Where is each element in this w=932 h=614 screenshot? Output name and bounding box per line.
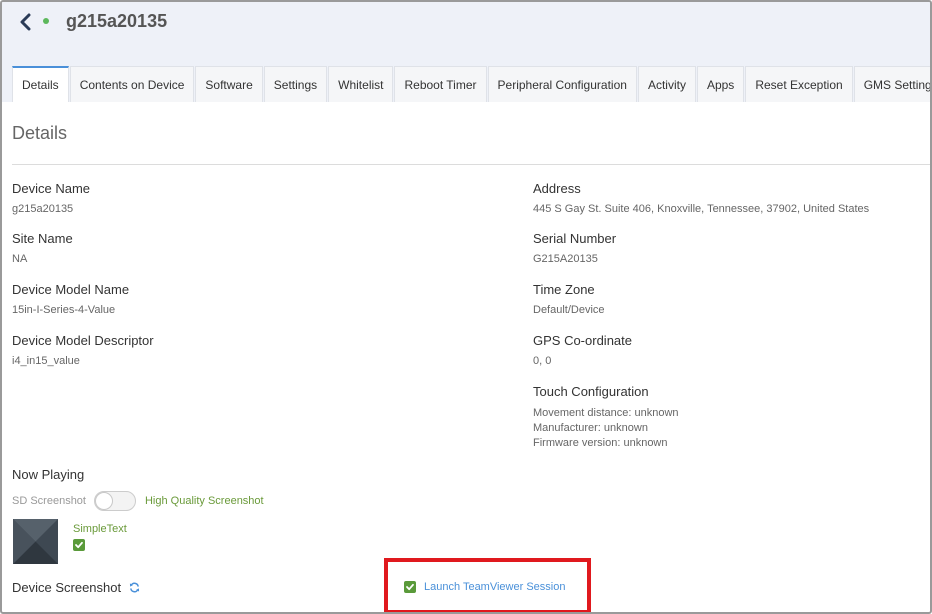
address-field: Address 445 S Gay St. Suite 406, Knoxvil…: [533, 181, 869, 217]
model-name-field: Device Model Name 15in-I-Series-4-Value: [12, 282, 129, 318]
hq-screenshot-label: High Quality Screenshot: [144, 495, 264, 507]
device-screenshot-row: Device Screenshot: [12, 580, 140, 595]
timezone-value: Default/Device: [533, 304, 605, 316]
touch-firmware-version: Firmware version: unknown: [533, 437, 668, 449]
status-dot: [43, 18, 49, 24]
model-name-value: 15in-I-Series-4-Value: [12, 304, 116, 316]
now-playing-label: Now Playing: [12, 467, 85, 482]
refresh-button[interactable]: [129, 582, 140, 593]
device-name-field: Device Name g215a20135: [12, 181, 90, 217]
divider: [12, 164, 930, 165]
site-name-label: Site Name: [12, 231, 73, 246]
content-thumbnail-image: [13, 519, 58, 564]
back-button[interactable]: [16, 12, 34, 32]
gps-label: GPS Co-ordinate: [533, 333, 632, 348]
sd-screenshot-label: SD Screenshot: [12, 495, 86, 507]
content-name[interactable]: SimpleText: [73, 523, 127, 535]
tab-settings[interactable]: Settings: [263, 66, 328, 102]
device-screenshot-label: Device Screenshot: [12, 580, 122, 595]
touch-config-field: Touch Configuration Movement distance: u…: [533, 384, 679, 451]
tab-software[interactable]: Software: [195, 66, 263, 102]
screenshot-quality-row: SD Screenshot High Quality Screenshot: [12, 490, 264, 512]
touch-config-label: Touch Configuration: [533, 384, 649, 399]
touch-manufacturer: Manufacturer: unknown: [533, 422, 648, 434]
tab-reset-exception[interactable]: Reset Exception: [745, 66, 853, 102]
gps-value: 0, 0: [533, 355, 552, 367]
site-name-value: NA: [12, 253, 28, 265]
content-checkbox[interactable]: [73, 539, 85, 551]
check-icon: [406, 583, 414, 591]
launch-teamviewer-link[interactable]: Launch TeamViewer Session: [424, 581, 565, 593]
tab-apps[interactable]: Apps: [696, 66, 745, 102]
tab-reboot-timer[interactable]: Reboot Timer: [394, 66, 487, 102]
app-frame: g215a20135 Details Contents on Device So…: [0, 0, 932, 614]
touch-movement-distance: Movement distance: unknown: [533, 407, 679, 419]
section-title: Details: [12, 123, 68, 143]
address-label: Address: [533, 181, 581, 196]
refresh-icon: [130, 582, 140, 593]
chevron-left-icon: [20, 13, 31, 31]
content-thumbnail[interactable]: [13, 519, 58, 564]
address-value: 445 S Gay St. Suite 406, Knoxville, Tenn…: [533, 203, 870, 215]
toggle-knob: [94, 492, 113, 510]
site-name-field: Site Name NA: [12, 231, 73, 267]
device-name-value: g215a20135: [12, 203, 74, 215]
device-name-label: Device Name: [12, 181, 91, 196]
timezone-field: Time Zone Default/Device: [533, 282, 605, 318]
tab-contents-on-device[interactable]: Contents on Device: [69, 66, 195, 102]
gps-field: GPS Co-ordinate 0, 0: [533, 333, 632, 369]
tab-bar: Details Contents on Device Software Sett…: [12, 66, 930, 102]
model-descriptor-value: i4_in15_value: [12, 355, 80, 367]
model-descriptor-label: Device Model Descriptor: [12, 333, 154, 348]
header-bar: g215a20135 Details Contents on Device So…: [2, 2, 930, 102]
device-title: g215a20135: [66, 11, 168, 31]
model-name-label: Device Model Name: [12, 282, 130, 297]
screenshot-quality-toggle[interactable]: [93, 491, 136, 511]
serial-value: G215A20135: [533, 253, 598, 265]
tab-peripheral-configuration[interactable]: Peripheral Configuration: [487, 66, 637, 102]
tab-gms-settings[interactable]: GMS Settings: [853, 66, 930, 102]
serial-label: Serial Number: [533, 231, 617, 246]
touch-config-values: Movement distance: unknown Manufacturer:…: [533, 406, 679, 451]
serial-field: Serial Number G215A20135: [533, 231, 616, 267]
teamviewer-checkbox[interactable]: [404, 581, 416, 593]
tab-activity[interactable]: Activity: [637, 66, 696, 102]
check-icon: [75, 541, 83, 549]
timezone-label: Time Zone: [533, 282, 595, 297]
tab-details[interactable]: Details: [12, 66, 69, 102]
model-descriptor-field: Device Model Descriptor i4_in15_value: [12, 333, 154, 369]
tab-whitelist[interactable]: Whitelist: [328, 66, 394, 102]
now-playing-field: Now Playing: [12, 467, 84, 483]
